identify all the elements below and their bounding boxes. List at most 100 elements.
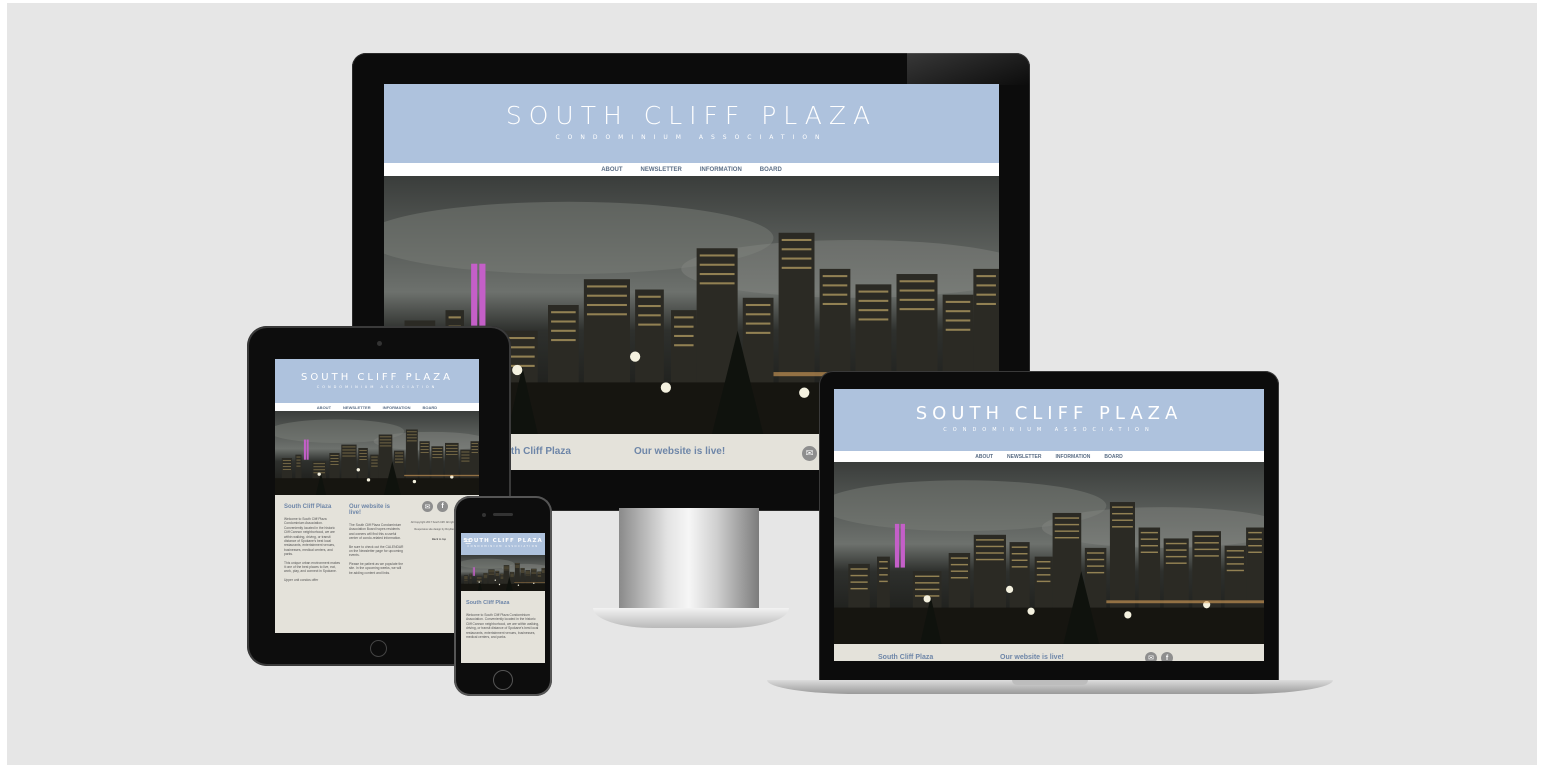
tablet-envelope-icon[interactable]: ✉ <box>422 501 433 512</box>
skyline-shape <box>498 583 501 586</box>
tablet-nav-information[interactable]: INFORMATION <box>383 405 411 410</box>
tablet-nav-about[interactable]: ABOUT <box>317 405 331 410</box>
hamburger-icon[interactable]: ☰ <box>465 539 471 546</box>
skyline-shape <box>914 575 940 578</box>
skyline-shape <box>975 539 1004 541</box>
skyline-shape <box>1248 531 1262 534</box>
laptop-nav-board[interactable]: BOARD <box>1104 454 1122 460</box>
nav-board[interactable]: BOARD <box>760 167 782 173</box>
skyline-shape <box>1140 538 1158 540</box>
skyline-shape <box>858 309 889 312</box>
skyline-shape <box>699 282 735 285</box>
skyline-shape <box>514 582 545 583</box>
skyline-shape <box>342 455 356 457</box>
skyline-shape <box>330 464 339 465</box>
laptop-site-subtitle: CONDOMINIUM ASSOCIATION <box>943 427 1155 433</box>
skyline-shape <box>471 446 478 447</box>
laptop-content-strip: South Cliff Plaza Our website is live! ✉… <box>834 644 1264 661</box>
skyline-shape <box>858 318 889 321</box>
tablet-col2-para-3: Please be patient as we populate the sit… <box>349 561 404 575</box>
laptop-nav-newsletter[interactable]: NEWSLETTER <box>1007 454 1041 460</box>
skyline-shape <box>1086 571 1105 574</box>
home-button-icon[interactable] <box>493 670 513 690</box>
skyline-shape <box>674 325 694 328</box>
skyline-shape <box>432 448 443 449</box>
skyline-shape <box>296 462 301 464</box>
tablet-col2-para-1: The South Cliff Plaza Condominium Associ… <box>349 523 402 541</box>
col2-heading: Our website is live! <box>634 446 726 457</box>
skyline-shape <box>359 449 367 451</box>
skyline-shape <box>822 284 848 287</box>
skyline-shape <box>471 452 478 453</box>
skyline-shape <box>1140 551 1158 553</box>
skyline-shape <box>674 334 694 337</box>
skyline-shape <box>1106 600 1264 604</box>
skyline-shape <box>317 472 321 476</box>
tablet-nav-board[interactable]: BOARD <box>423 405 438 410</box>
skyline-shape <box>461 457 470 459</box>
nav-information[interactable]: INFORMATION <box>700 167 742 173</box>
skyline-shape <box>638 323 661 326</box>
skyline-shape <box>976 302 996 305</box>
laptop-facebook-icon[interactable]: f <box>1161 652 1173 661</box>
skyline-shape <box>1011 546 1028 548</box>
skyline-shape <box>699 254 735 257</box>
tablet-col1-text: Welcome to South Cliff Plaza Condominium… <box>284 517 341 582</box>
skyline-shape <box>975 558 1004 561</box>
skyline-shape <box>914 588 940 591</box>
skyline-shape <box>1226 556 1244 559</box>
skyline-shape <box>551 329 576 332</box>
skyline-shape <box>1165 562 1187 564</box>
skyline-shape <box>461 583 545 591</box>
nav-newsletter[interactable]: NEWSLETTER <box>641 167 682 173</box>
monitor-glare <box>907 53 1030 85</box>
skyline-shape <box>406 437 417 439</box>
skyline-shape <box>1112 506 1133 508</box>
skyline-shape <box>950 557 969 559</box>
skyline-illustration <box>834 462 1264 644</box>
site-nav: ABOUT NEWSLETTER INFORMATION BOARD <box>384 163 999 176</box>
phone-site-header: ☰ SOUTH CLIFF PLAZA CONDOMINIUM ASSOCIAT… <box>461 533 545 555</box>
skyline-shape <box>699 273 735 276</box>
skyline-shape <box>330 461 339 462</box>
laptop-nav-about[interactable]: ABOUT <box>975 454 993 460</box>
skyline-shape <box>1140 544 1158 547</box>
skyline-shape <box>950 577 969 579</box>
skyline-shape <box>1194 535 1219 537</box>
skyline-shape <box>471 443 478 444</box>
skyline-shape <box>282 463 291 464</box>
skyline-shape <box>551 339 576 342</box>
laptop-site-nav: ABOUT NEWSLETTER INFORMATION BOARD <box>834 451 1264 462</box>
nav-about[interactable]: ABOUT <box>601 167 622 173</box>
tablet-nav-newsletter[interactable]: NEWSLETTER <box>343 405 371 410</box>
laptop-nav-information[interactable]: INFORMATION <box>1055 454 1090 460</box>
skyline-shape <box>781 248 812 251</box>
laptop-envelope-icon[interactable]: ✉ <box>1145 652 1157 661</box>
skyline-shape <box>517 584 520 586</box>
skyline-shape <box>356 468 360 472</box>
laptop-site-header: SOUTH CLIFF PLAZA CONDOMINIUM ASSOCIATIO… <box>834 389 1264 451</box>
skyline-shape <box>745 322 771 325</box>
skyline-shape <box>975 552 1004 554</box>
skyline-shape <box>342 452 356 454</box>
skyline-shape <box>432 454 443 456</box>
skyline-shape <box>1140 531 1158 534</box>
skyline-shape <box>586 303 627 307</box>
skyline-shape <box>461 451 470 453</box>
tablet-facebook-icon[interactable]: f <box>437 501 448 512</box>
skyline-shape <box>674 316 694 319</box>
skyline-shape <box>879 561 888 563</box>
envelope-icon[interactable]: ✉ <box>802 446 817 461</box>
skyline-shape <box>420 446 429 447</box>
tablet-site-title: SOUTH CLIFF PLAZA <box>301 372 453 383</box>
skyline-shape <box>342 446 356 448</box>
tablet-home-button[interactable] <box>370 640 387 657</box>
skyline-shape <box>781 238 812 242</box>
skyline-shape <box>330 455 339 456</box>
skyline-shape <box>406 440 417 442</box>
skyline-shape <box>472 567 474 576</box>
skyline-shape <box>330 458 339 459</box>
skyline-shape <box>412 479 417 484</box>
skyline-shape <box>371 456 378 458</box>
skyline-shape <box>379 439 392 441</box>
